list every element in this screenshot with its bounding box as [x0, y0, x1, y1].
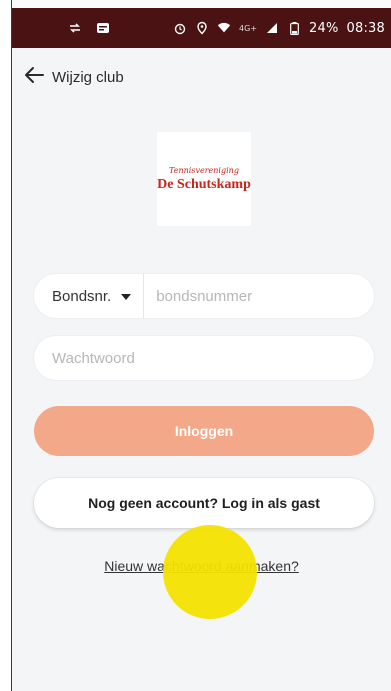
app-header: Wijzig club — [12, 48, 391, 106]
back-button[interactable]: Wijzig club — [24, 66, 124, 89]
guest-login-button[interactable]: Nog geen account? Log in als gast — [34, 478, 374, 528]
app-screen: 4G+ 24% 08:38 Wijzig club Tennisverenigi… — [12, 8, 391, 691]
arrow-left-icon — [24, 66, 44, 89]
password-field — [34, 336, 374, 380]
status-bar: 4G+ 24% 08:38 — [12, 8, 391, 48]
device-frame — [0, 0, 12, 691]
new-password-link[interactable]: Nieuw wachtwoord aanmaken? — [12, 558, 391, 574]
sync-icon — [68, 21, 82, 35]
id-type-select[interactable]: Bondsnr. — [34, 274, 145, 318]
network-type-label: 4G+ — [239, 23, 258, 33]
club-logo: Tennisvereniging De Schutskamp — [157, 132, 251, 226]
clock: 08:38 — [346, 20, 385, 36]
member-number-input[interactable] — [144, 274, 374, 318]
location-icon — [195, 21, 209, 35]
club-logo-tagline: Tennisvereniging — [169, 165, 239, 175]
battery-icon — [287, 21, 301, 35]
message-icon — [96, 21, 110, 35]
password-input[interactable] — [34, 336, 374, 380]
login-button[interactable]: Inloggen — [34, 406, 374, 456]
alarm-icon — [173, 21, 187, 35]
wifi-icon — [217, 21, 231, 35]
member-number-field: Bondsnr. — [34, 274, 374, 318]
caret-down-icon — [121, 287, 132, 305]
battery-percentage: 24% — [309, 20, 339, 36]
id-type-value: Bondsnr. — [52, 287, 112, 305]
back-label: Wijzig club — [52, 68, 124, 86]
signal-icon — [265, 21, 279, 35]
club-logo-name: De Schutskamp — [157, 176, 251, 192]
